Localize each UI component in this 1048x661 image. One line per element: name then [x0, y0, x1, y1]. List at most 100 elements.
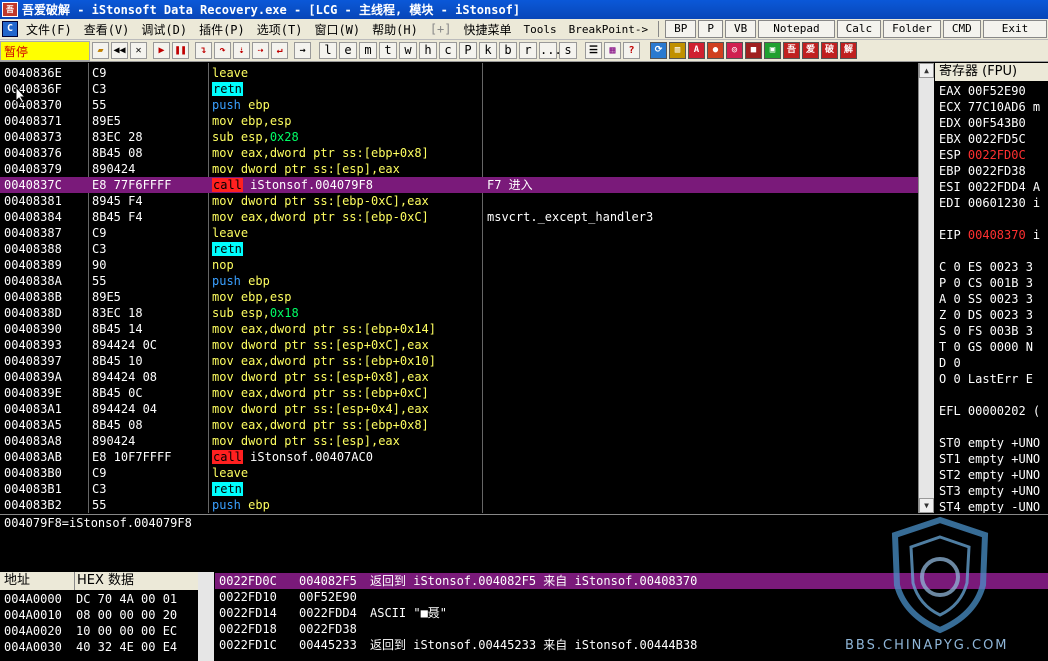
notepad-button[interactable]: Notepad — [758, 20, 835, 38]
register-line[interactable]: D 0 — [939, 355, 961, 371]
register-line[interactable]: ESP 0022FD0C — [939, 147, 1026, 163]
toolbar-modules-button[interactable]: e — [339, 42, 357, 59]
dump-row[interactable]: 004A0000 DC 70 4A 00 01 — [0, 592, 198, 607]
a-icon[interactable]: A — [688, 42, 705, 59]
system-menu-icon[interactable]: C — [2, 21, 18, 37]
register-line[interactable]: EDX 00F543B0 — [939, 115, 1026, 131]
folder-button[interactable]: Folder — [883, 20, 941, 38]
dump-header-address[interactable]: 地址 — [4, 572, 30, 590]
menu-view[interactable]: 查看(V) — [78, 21, 136, 38]
menu-options[interactable]: 选项(T) — [251, 21, 309, 38]
register-line[interactable]: ST1 empty +UNO — [939, 451, 1040, 467]
disasm-row[interactable]: 0040836F C3 retn — [0, 81, 918, 97]
register-line[interactable]: P 0 CS 001B 3 — [939, 275, 1033, 291]
step-into-icon[interactable]: ↴ — [195, 42, 212, 59]
toolbar-patches-button[interactable]: P — [459, 42, 477, 59]
step-over-icon[interactable]: ↷ — [214, 42, 231, 59]
disasm-row[interactable]: 00408381 8945 F4 mov dword ptr ss:[ebp-0xC… — [0, 193, 918, 209]
registers-pane[interactable]: 寄存器 (FPU) EAX 00F52E90 ECX 77C10AD6 m EDX … — [935, 63, 1048, 513]
toolbar-references-button[interactable]: r — [519, 42, 537, 59]
execute-till-return-icon[interactable]: ↵ — [271, 42, 288, 59]
exit-button[interactable]: Exit — [982, 20, 1048, 38]
menu-tools[interactable]: Tools — [518, 23, 563, 36]
list-icon[interactable]: ☰ — [585, 42, 602, 59]
menu-plugins[interactable]: 插件(P) — [193, 21, 251, 38]
register-line[interactable]: EAX 00F52E90 — [939, 83, 1026, 99]
disasm-row[interactable]: 0040839A 894424 08 mov dword ptr ss:[esp+0… — [0, 369, 918, 385]
disasm-row[interactable]: 00408390 8B45 14 mov eax,dword ptr ss:[ebp… — [0, 321, 918, 337]
ai-icon[interactable]: 爱 — [802, 42, 819, 59]
target-icon[interactable]: ◎ — [726, 42, 743, 59]
toolbar-cpu-button[interactable]: c — [439, 42, 457, 59]
menu-window[interactable]: 窗口(W) — [308, 21, 366, 38]
disasm-row[interactable]: 00408371 89E5 mov ebp,esp — [0, 113, 918, 129]
disasm-row[interactable]: 00408388 C3 retn — [0, 241, 918, 257]
toolbar-runtrace-button[interactable]: ... — [539, 42, 562, 59]
run-icon[interactable]: ▶ — [153, 42, 170, 59]
disasm-row[interactable]: 0040838D 83EC 18 sub esp,0x18 — [0, 305, 918, 321]
calc-button[interactable]: Calc — [836, 20, 882, 38]
close-icon[interactable]: ✕ — [130, 42, 147, 59]
disasm-row[interactable]: 00408387 C9 leave — [0, 225, 918, 241]
disasm-row[interactable]: 00408373 83EC 28 sub esp,0x28 — [0, 129, 918, 145]
vb-button[interactable]: VB — [725, 20, 757, 38]
dump-row[interactable]: 004A0010 08 00 00 00 20 — [0, 608, 198, 623]
disasm-row[interactable]: 0040839E 8B45 0C mov eax,dword ptr ss:[ebp… — [0, 385, 918, 401]
dump-row[interactable]: 004A0030 40 32 4E 00 E4 — [0, 640, 198, 655]
register-line[interactable]: EFL 00000202 ( — [939, 403, 1040, 419]
disasm-row[interactable]: 0040838A 55 push ebp — [0, 273, 918, 289]
disasm-row[interactable]: 004083AB E8 10F7FFFF call iStonsof.00407AC… — [0, 449, 918, 465]
register-line[interactable]: ST2 empty +UNO — [939, 467, 1040, 483]
register-line[interactable]: EBP 0022FD38 — [939, 163, 1026, 179]
trace-into-icon[interactable]: ⇣ — [233, 42, 250, 59]
scroll-up-icon[interactable]: ▲ — [919, 63, 934, 78]
disasm-row[interactable]: 004083B0 C9 leave — [0, 465, 918, 481]
menu-debug[interactable]: 调试(D) — [135, 21, 193, 38]
jie-icon[interactable]: 解 — [840, 42, 857, 59]
disasm-row[interactable]: 00408376 8B45 08 mov eax,dword ptr ss:[ebp… — [0, 145, 918, 161]
disasm-row[interactable]: 0040837C E8 77F6FFFF call iStonsof.004079F… — [0, 177, 918, 193]
register-line[interactable]: C 0 ES 0023 3 — [939, 259, 1033, 275]
toolbar-windows-button[interactable]: w — [399, 42, 417, 59]
menu-breakpoint[interactable]: BreakPoint-> — [563, 23, 654, 36]
register-line[interactable]: ST0 empty +UNO — [939, 435, 1040, 451]
register-line[interactable]: Z 0 DS 0023 3 — [939, 307, 1033, 323]
pause-icon[interactable]: ❚❚ — [172, 42, 189, 59]
disasm-row[interactable]: 00408370 55 push ebp — [0, 97, 918, 113]
toolbar-memory-button[interactable]: m — [359, 42, 377, 59]
disasm-row[interactable]: 004083A8 890424 mov dword ptr ss:[esp],eax — [0, 433, 918, 449]
menu-file[interactable]: 文件(F) — [20, 21, 78, 38]
menu-help[interactable]: 帮助(H) — [366, 21, 424, 38]
goto-icon[interactable]: → — [294, 42, 311, 59]
trace-over-icon[interactable]: ⇢ — [252, 42, 269, 59]
rewind-icon[interactable]: ◀◀ — [111, 42, 128, 59]
register-line[interactable]: EIP 00408370 i — [939, 227, 1040, 243]
disasm-row[interactable]: 004083A5 8B45 08 mov eax,dword ptr ss:[ebp… — [0, 417, 918, 433]
toolbar-breakpoints-button[interactable]: b — [499, 42, 517, 59]
disasm-row[interactable]: 00408389 90 nop — [0, 257, 918, 273]
dump-row[interactable]: 004A0020 10 00 00 00 EC — [0, 624, 198, 639]
toolbar-handles-button[interactable]: h — [419, 42, 437, 59]
grid-icon[interactable]: ▦ — [604, 42, 621, 59]
disasm-row[interactable]: 00408393 894424 0C mov dword ptr ss:[esp+0… — [0, 337, 918, 353]
wu-icon[interactable]: 吾 — [783, 42, 800, 59]
register-line[interactable]: ST4 empty -UNO — [939, 499, 1040, 513]
dump-header-hex[interactable]: HEX 数据 — [74, 572, 134, 590]
register-line[interactable]: EBX 0022FD5C — [939, 131, 1026, 147]
scroll-down-icon[interactable]: ▼ — [919, 498, 934, 513]
register-line[interactable]: O 0 LastErr E — [939, 371, 1033, 387]
register-line[interactable]: T 0 GS 0000 N — [939, 339, 1033, 355]
register-line[interactable]: ST3 empty +UNO — [939, 483, 1040, 499]
register-line[interactable]: A 0 SS 0023 3 — [939, 291, 1033, 307]
register-line[interactable]: ECX 77C10AD6 m — [939, 99, 1040, 115]
disassembly-scrollbar[interactable]: ▲ ▼ — [918, 63, 934, 513]
disasm-row[interactable]: 004083B1 C3 retn — [0, 481, 918, 497]
disassembly-pane[interactable]: 0040836E C9 leave 0040836F C3 retn 00408370 55 p… — [0, 63, 918, 513]
toolbar-callstack-button[interactable]: k — [479, 42, 497, 59]
toolbar-source-button[interactable]: s — [559, 42, 577, 59]
menu-expand[interactable]: [+] — [424, 22, 458, 36]
disasm-row[interactable]: 00408379 890424 mov dword ptr ss:[esp],eax — [0, 161, 918, 177]
disasm-row[interactable]: 004083A1 894424 04 mov dword ptr ss:[esp+0… — [0, 401, 918, 417]
menu-shortcut[interactable]: 快捷菜单 — [458, 21, 518, 38]
block-icon[interactable]: ■ — [745, 42, 762, 59]
